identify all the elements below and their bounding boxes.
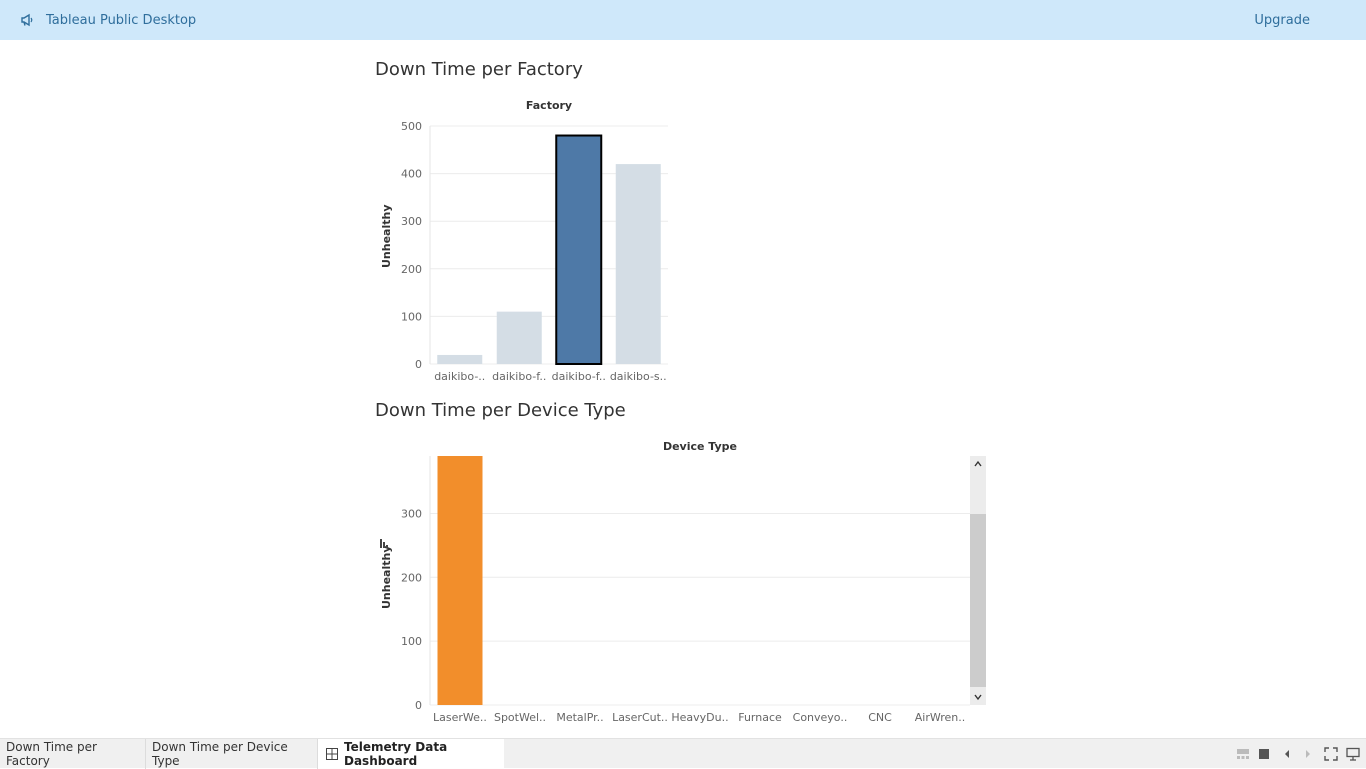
- x-tick-label: LaserCut..: [612, 711, 668, 724]
- x-tick-label: SpotWel..: [494, 711, 546, 724]
- chevron-down-icon[interactable]: [970, 689, 986, 705]
- y-tick-label: 300: [401, 507, 422, 520]
- x-tick-label: MetalPr..: [556, 711, 603, 724]
- tab-label: Down Time per Device Type: [152, 740, 288, 768]
- x-tick-label: AirWren..: [915, 711, 966, 724]
- tab-down-time-per-factory[interactable]: Down Time per Factory: [0, 739, 146, 769]
- x-tick-label: Furnace: [738, 711, 782, 724]
- x-tick-label: CNC: [868, 711, 892, 724]
- tab-label: Telemetry Data Dashboard: [344, 740, 448, 768]
- bar-0[interactable]: [437, 456, 483, 705]
- tab-label: Down Time per Factory: [6, 740, 97, 768]
- next-icon[interactable]: [1301, 747, 1315, 761]
- sheet-tab-bar: Down Time per Factory Down Time per Devi…: [0, 738, 1366, 769]
- y-tick-label: 200: [401, 571, 422, 584]
- chevron-up-icon[interactable]: [970, 456, 986, 472]
- tab-telemetry-data-dashboard[interactable]: Telemetry Data Dashboard: [318, 739, 504, 769]
- fullscreen-icon[interactable]: [1324, 747, 1338, 761]
- filmstrip-icon[interactable]: [1236, 747, 1250, 761]
- scrollbar-thumb[interactable]: [970, 514, 986, 687]
- presentation-icon[interactable]: [1346, 747, 1360, 761]
- dashboard-grid-icon: [326, 748, 338, 760]
- tab-view-icon[interactable]: [1257, 747, 1271, 761]
- tab-down-time-per-device-type[interactable]: Down Time per Device Type: [146, 739, 318, 769]
- device-bar-chart[interactable]: 0 100 200 300 LaserWe.. SpotWel.. MetalPr.. Las…: [0, 0, 1366, 738]
- y-tick-label: 0: [415, 699, 422, 712]
- x-tick-label: LaserWe..: [433, 711, 487, 724]
- y-tick-label: 100: [401, 635, 422, 648]
- x-tick-label: HeavyDu..: [671, 711, 728, 724]
- x-tick-label: Conveyo..: [793, 711, 848, 724]
- previous-icon[interactable]: [1280, 747, 1294, 761]
- chart-scrollbar[interactable]: [970, 456, 986, 705]
